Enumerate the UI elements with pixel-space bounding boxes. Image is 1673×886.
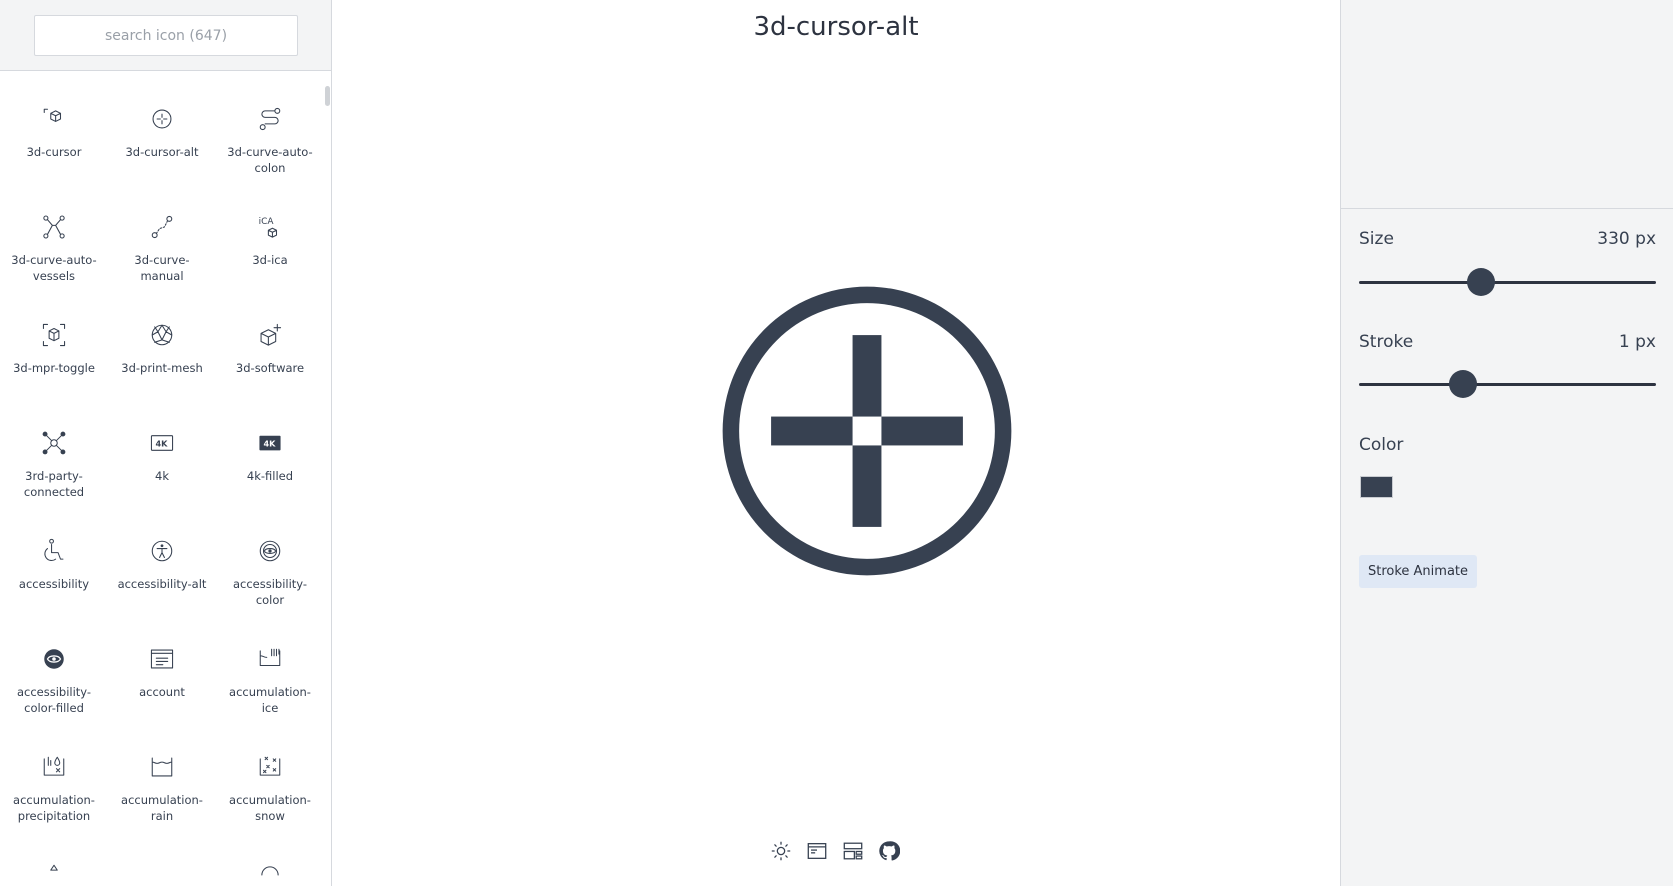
4k-filled-icon: 4K xyxy=(259,435,281,451)
panel-header-area xyxy=(1341,0,1673,209)
icon-tile-account[interactable]: account xyxy=(108,612,216,712)
svg-text:4K: 4K xyxy=(156,438,169,448)
icon-tile-label: account xyxy=(139,685,185,699)
icon-tile-label: 3rd-party-connected xyxy=(23,469,85,499)
accessibility-icon xyxy=(44,538,64,562)
icon-tile-label: accumulation-ice xyxy=(229,685,311,715)
icon-tile-3d-cursor-alt[interactable]: 3d-cursor-alt xyxy=(108,72,216,172)
size-value: 330 px xyxy=(1597,229,1656,249)
partial-icon xyxy=(50,864,58,871)
icon-tile-accumulation-snow[interactable]: accumulation-snow xyxy=(216,720,324,823)
icon-grid: 3d-cursor 3d-cursor-alt 3d-curve-auto-colo… xyxy=(0,72,324,886)
icon-tile-3d-print-mesh[interactable]: 3d-print-mesh xyxy=(108,288,216,388)
accumulation-ice-icon xyxy=(259,648,281,667)
svg-text:iCA: iCA xyxy=(259,217,275,227)
size-slider[interactable] xyxy=(1359,281,1656,284)
icon-tile-label: 3d-mpr-toggle xyxy=(13,361,95,375)
icon-tile-4k[interactable]: 4K 4k xyxy=(108,396,216,496)
3d-cursor-alt-icon xyxy=(722,286,1012,576)
icon-tile-partial[interactable] xyxy=(216,828,324,886)
3d-ica-icon: iCA xyxy=(259,217,278,238)
icon-tile-accessibility-color-filled[interactable]: accessibility-color-filled xyxy=(0,612,108,715)
icon-tile-3d-curve-auto-vessels[interactable]: 3d-curve-auto-vessels xyxy=(0,180,108,283)
accumulation-snow-icon xyxy=(259,756,281,776)
theme-toggle-icon[interactable] xyxy=(770,840,792,862)
layout-icon[interactable] xyxy=(806,840,828,862)
icon-tile-3d-curve-manual[interactable]: 3d-curve-manual xyxy=(108,180,216,283)
stroke-label: Stroke xyxy=(1359,332,1414,352)
icon-tile-accumulation-precipitation[interactable]: accumulation-precipitation xyxy=(0,720,108,823)
icon-tile-label: 4k xyxy=(155,469,169,483)
icon-tile-accessibility-color[interactable]: accessibility-color xyxy=(216,504,324,607)
icon-tile-3d-software[interactable]: 3d-software xyxy=(216,288,324,388)
icon-tile-label: accessibility-color-filled xyxy=(16,685,92,715)
icon-tile-label: accumulation-precipitation xyxy=(13,793,95,823)
settings-panel: Size 330 px Stroke 1 px Color Stroke Ani… xyxy=(1340,0,1673,886)
icon-tile-label: 4k-filled xyxy=(246,469,294,483)
icon-tile-label: accumulation-rain xyxy=(121,793,203,823)
icon-tile-accumulation-ice[interactable]: accumulation-ice xyxy=(216,612,324,715)
color-label: Color xyxy=(1359,435,1404,455)
size-slider-thumb[interactable] xyxy=(1466,268,1495,296)
icon-tile-label: 3d-cursor xyxy=(26,145,82,159)
sidebar-scrollbar-thumb[interactable] xyxy=(325,86,330,106)
icon-tile-label: 3d-cursor-alt xyxy=(125,145,199,159)
partial-icon xyxy=(261,866,279,876)
icon-tile-label: 3d-curve-auto-vessels xyxy=(11,253,97,283)
3d-software-icon xyxy=(260,323,282,346)
accumulation-rain-icon xyxy=(151,757,173,777)
accessibility-alt-icon xyxy=(151,540,173,562)
icon-tile-3d-curve-auto-colon[interactable]: 3d-curve-auto-colon xyxy=(216,72,324,175)
icon-tile-accessibility-alt[interactable]: accessibility-alt xyxy=(108,504,216,604)
icon-tile-accumulation-rain[interactable]: accumulation-rain xyxy=(108,720,216,823)
icon-tile-3d-mpr-toggle[interactable]: 3d-mpr-toggle xyxy=(0,288,108,388)
3d-curve-auto-colon-icon xyxy=(259,107,281,131)
icon-sidebar: 3d-cursor 3d-cursor-alt 3d-curve-auto-colo… xyxy=(0,0,332,886)
page-title: 3d-cursor-alt xyxy=(753,12,919,42)
accumulation-precipitation-icon xyxy=(43,756,65,776)
3d-mpr-toggle-icon xyxy=(42,323,66,347)
icon-tile-label: accumulation-snow xyxy=(229,793,311,823)
icon-tile-accessibility[interactable]: accessibility xyxy=(0,504,108,604)
icon-tile-label: 3d-print-mesh xyxy=(121,361,203,375)
icon-tile-label: 3d-curve-auto-colon xyxy=(227,145,313,175)
icon-tile-3d-ica[interactable]: iCA 3d-ica xyxy=(216,180,324,280)
3d-curve-manual-icon xyxy=(151,215,173,239)
svg-text:4K: 4K xyxy=(264,438,277,448)
icon-tile-4k-filled[interactable]: 4K 4k-filled xyxy=(216,396,324,496)
search-input[interactable] xyxy=(34,15,298,56)
icon-tile-label: 3d-software xyxy=(235,361,305,375)
size-label: Size xyxy=(1359,229,1394,249)
accessibility-color-filled-icon xyxy=(44,649,64,669)
stroke-animate-button[interactable]: Stroke Animate xyxy=(1359,555,1477,588)
github-icon[interactable] xyxy=(878,840,900,862)
4k-icon: 4K xyxy=(150,435,174,451)
account-icon xyxy=(150,649,174,669)
icon-tile-3rd-party-connected[interactable]: 3rd-party-connected xyxy=(0,396,108,499)
stroke-value: 1 px xyxy=(1618,332,1656,352)
3rd-party-connected-icon xyxy=(42,431,66,455)
dashboard-icon[interactable] xyxy=(842,840,864,862)
icon-tile-partial[interactable] xyxy=(0,828,108,886)
icon-tile-label: accessibility-alt xyxy=(117,577,207,591)
icon-tile-label: 3d-curve-manual xyxy=(134,253,190,283)
stroke-slider-thumb[interactable] xyxy=(1448,370,1477,398)
icon-tile-label: 3d-ica xyxy=(252,253,288,267)
3d-cursor-alt-icon xyxy=(152,109,172,129)
icon-tile-label: accessibility xyxy=(18,577,90,591)
icon-tile-3d-cursor[interactable]: 3d-cursor xyxy=(0,72,108,172)
3d-cursor-icon xyxy=(43,108,62,122)
color-swatch[interactable] xyxy=(1360,476,1393,498)
search-bar xyxy=(0,0,331,71)
3d-curve-auto-vessels-icon xyxy=(43,215,65,239)
sidebar-scrollbar[interactable] xyxy=(324,72,332,886)
stroke-slider[interactable] xyxy=(1359,383,1656,386)
preview-area: 3d-cursor-alt xyxy=(332,0,1340,886)
accessibility-color-icon xyxy=(259,540,281,562)
icon-tile-label: accessibility-color xyxy=(232,577,308,607)
3d-print-mesh-icon xyxy=(151,324,173,346)
